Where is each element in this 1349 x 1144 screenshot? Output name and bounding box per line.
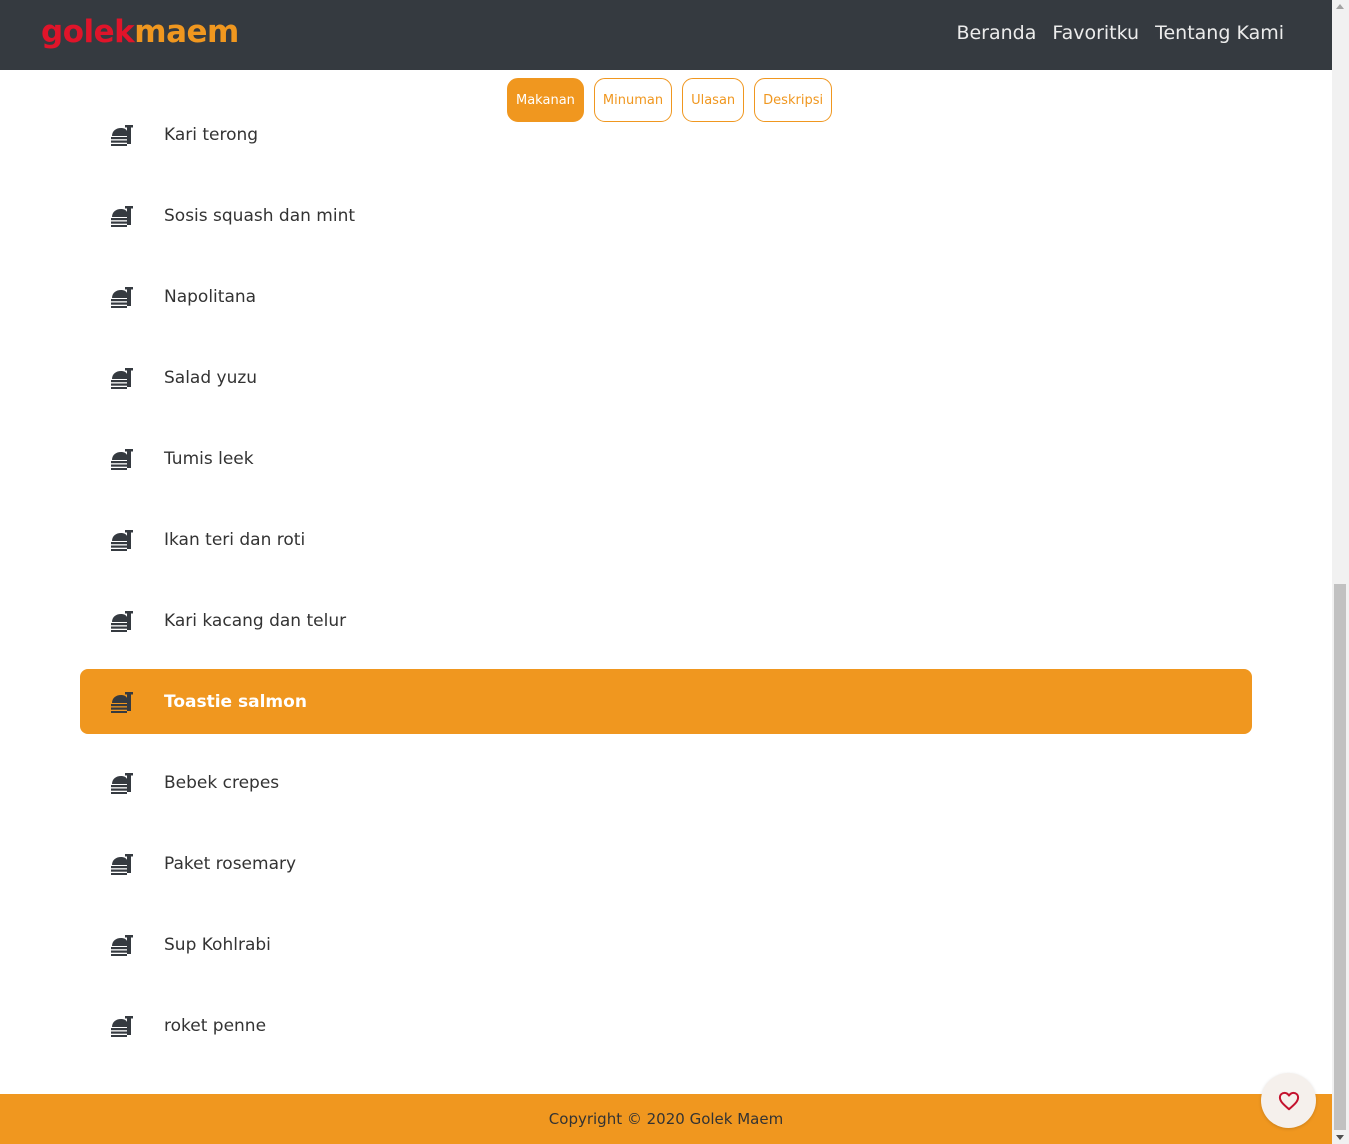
food-tray-icon (110, 286, 134, 308)
nav-link-beranda[interactable]: Beranda (956, 22, 1036, 44)
scroll-thumb[interactable] (1334, 584, 1346, 1130)
food-tray-icon (110, 610, 134, 632)
food-name: Kari terong (164, 125, 259, 145)
food-name: roket penne (164, 1015, 267, 1036)
food-list-item[interactable]: Bebek crepes (80, 750, 1252, 815)
food-list-item[interactable]: Sosis squash dan mint (80, 183, 1252, 248)
food-list-item[interactable]: Ikan teri dan roti (80, 507, 1252, 572)
food-list-item[interactable]: Kari kacang dan telur (80, 588, 1252, 653)
brand-logo[interactable]: golekmaem (41, 14, 239, 50)
food-name: Napolitana (164, 286, 257, 307)
tab-ulasan[interactable]: Ulasan (682, 78, 745, 122)
food-name: Sosis squash dan mint (164, 205, 356, 226)
food-list-item[interactable]: Tumis leek (80, 426, 1252, 491)
food-name: Toastie salmon (164, 691, 307, 712)
brand-part-golek: golek (41, 14, 135, 50)
scroll-down-arrow-icon[interactable] (1336, 1135, 1344, 1140)
food-list-item[interactable]: Paket rosemary (80, 831, 1252, 896)
food-tray-icon (110, 934, 134, 956)
food-name: Ikan teri dan roti (164, 529, 306, 550)
food-tray-icon (110, 772, 134, 794)
food-name: Bebek crepes (164, 772, 280, 793)
nav-links: Beranda Favoritku Tentang Kami (956, 22, 1284, 44)
food-list-item[interactable]: Napolitana (80, 264, 1252, 329)
footer: Copyright © 2020 Golek Maem (0, 1094, 1332, 1144)
nav-link-favoritku[interactable]: Favoritku (1052, 22, 1139, 44)
heart-icon (1278, 1091, 1299, 1110)
navbar: golekmaem Beranda Favoritku Tentang Kami (0, 0, 1332, 70)
food-name: Paket rosemary (164, 853, 297, 874)
favorite-button[interactable] (1261, 1073, 1316, 1128)
food-tray-icon (110, 1015, 134, 1037)
brand-part-maem: maem (134, 14, 239, 50)
tab-minuman[interactable]: Minuman (593, 78, 673, 122)
food-list-item[interactable]: Toastie salmon (80, 669, 1252, 734)
food-tray-icon (110, 205, 134, 227)
food-name: Tumis leek (164, 448, 254, 469)
nav-link-tentang-kami[interactable]: Tentang Kami (1155, 22, 1284, 44)
food-list: Kari terong Sosis squash dan mint Napolita… (80, 103, 1252, 1074)
food-tray-icon (110, 367, 134, 389)
food-tray-icon (110, 691, 134, 713)
food-tray-icon (110, 124, 134, 146)
category-tabs: Makanan Minuman Ulasan Deskripsi (507, 78, 833, 122)
tab-makanan[interactable]: Makanan (507, 78, 584, 122)
food-name: Sup Kohlrabi (164, 934, 271, 955)
food-name: Kari kacang dan telur (164, 610, 347, 631)
food-tray-icon (110, 529, 134, 551)
food-list-item[interactable]: roket penne (80, 993, 1252, 1058)
food-tray-icon (110, 448, 134, 470)
scrollbar[interactable] (1332, 0, 1349, 1144)
food-tray-icon (110, 853, 134, 875)
copyright-text: Copyright © 2020 Golek Maem (548, 1110, 784, 1128)
scroll-up-arrow-icon[interactable] (1336, 4, 1344, 9)
food-list-item[interactable]: Sup Kohlrabi (80, 912, 1252, 977)
food-name: Salad yuzu (164, 367, 258, 388)
tab-deskripsi[interactable]: Deskripsi (754, 78, 833, 122)
food-list-item[interactable]: Salad yuzu (80, 345, 1252, 410)
